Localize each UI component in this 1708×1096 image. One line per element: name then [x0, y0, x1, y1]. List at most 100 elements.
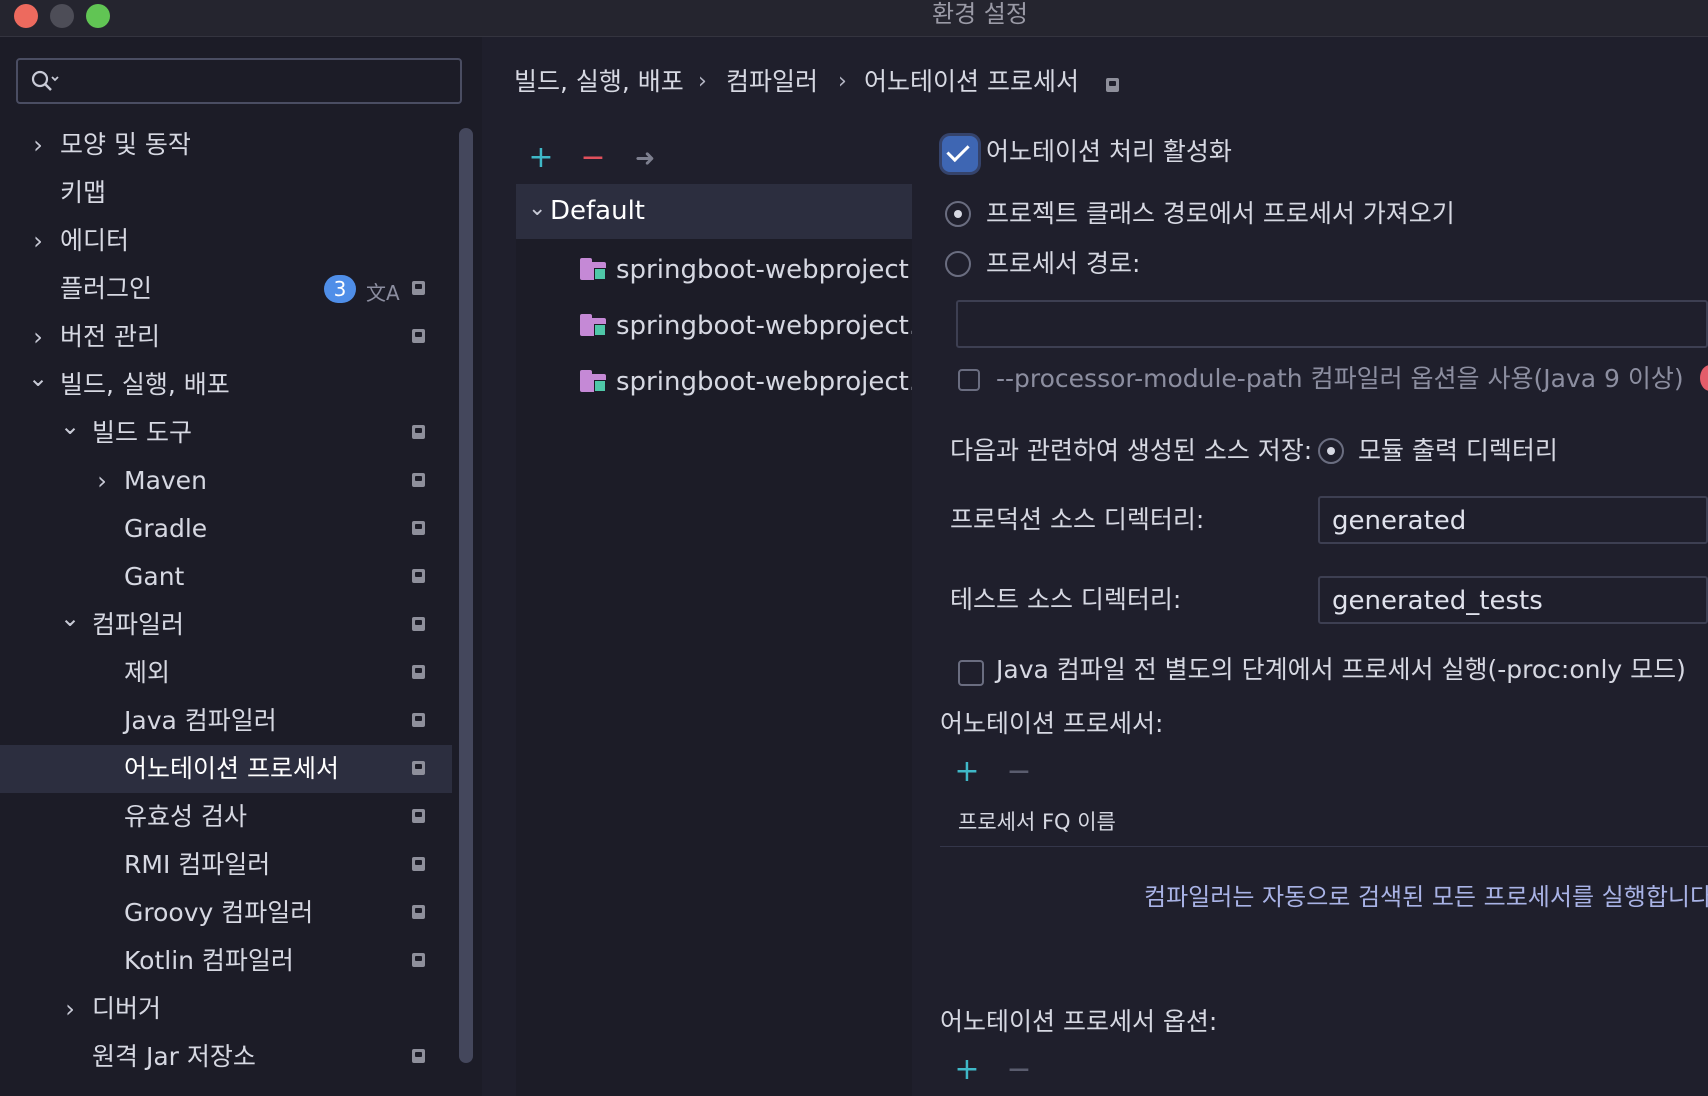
- move-module-button[interactable]: ➜: [630, 143, 660, 173]
- sidebar-item[interactable]: Groovy 컴파일러: [0, 889, 452, 937]
- project-scope-icon: [412, 713, 425, 727]
- sidebar-item[interactable]: 제외: [0, 649, 452, 697]
- module-row[interactable]: springboot-webproject.test: [580, 362, 912, 406]
- sidebar-item[interactable]: 어노테이션 프로세서: [0, 745, 452, 793]
- remove-processor-button[interactable]: −: [1004, 757, 1034, 787]
- sidebar-item-label: 버전 관리: [60, 322, 160, 351]
- sidebar-item[interactable]: ⌄ 빌드 도구: [0, 409, 452, 457]
- production-dir-label: 프로덕션 소스 디렉터리:: [950, 505, 1205, 534]
- sidebar-item-label: RMI 컴파일러: [124, 850, 271, 879]
- breadcrumb-annotation: 어노테이션 프로세서: [864, 67, 1079, 96]
- proc-only-checkbox[interactable]: [958, 660, 984, 686]
- sidebar-item-label: Maven: [124, 466, 207, 495]
- add-profile-button[interactable]: +: [526, 143, 556, 173]
- project-scope-icon: [412, 521, 425, 535]
- sidebar-item-label: 에디터: [60, 226, 130, 255]
- project-scope-icon: [412, 473, 425, 487]
- breadcrumb-build[interactable]: 빌드, 실행, 배포: [514, 64, 684, 100]
- module-folder-icon: [580, 314, 606, 336]
- test-dir-value: generated_tests: [1332, 586, 1543, 616]
- sidebar-item[interactable]: › 에디터: [0, 217, 452, 265]
- sidebar-scrollbar[interactable]: [459, 128, 473, 1063]
- title-bar: 환경 설정: [0, 0, 1708, 37]
- enable-annotation-processing-checkbox[interactable]: [942, 136, 978, 172]
- chevron-down-icon[interactable]: ⌄: [26, 363, 50, 393]
- project-scope-icon: [412, 809, 425, 823]
- sidebar-item-label: 디버거: [92, 994, 162, 1023]
- test-dir-input[interactable]: generated_tests: [1318, 576, 1708, 624]
- profile-default-row[interactable]: ⌄ Default: [516, 184, 912, 239]
- sidebar-item-label: Gant: [124, 562, 185, 591]
- processor-path-input[interactable]: [956, 300, 1708, 348]
- chevron-right-icon[interactable]: ›: [26, 322, 50, 352]
- sidebar-item-label: Groovy 컴파일러: [124, 898, 314, 927]
- obtain-from-classpath-label: 프로젝트 클래스 경로에서 프로세서 가져오기: [986, 199, 1455, 228]
- chevron-right-icon[interactable]: ›: [26, 130, 50, 160]
- translate-icon: 文A: [366, 281, 400, 305]
- sidebar-item[interactable]: 플러그인 3 文A: [0, 265, 452, 313]
- remove-profile-button[interactable]: −: [578, 143, 608, 173]
- sidebar-item[interactable]: › 버전 관리: [0, 313, 452, 361]
- sidebar-item-label: 원격 Jar 저장소: [92, 1042, 256, 1071]
- sidebar-item[interactable]: ⌄ 빌드, 실행, 배포: [0, 361, 452, 409]
- sidebar-item-label: Java 컴파일러: [124, 706, 277, 735]
- project-scope-icon: [412, 953, 425, 967]
- sidebar-item[interactable]: › 디버거: [0, 985, 452, 1033]
- test-dir-label: 테스트 소스 디렉터리:: [950, 585, 1182, 614]
- chevron-down-icon[interactable]: ⌄: [58, 603, 82, 633]
- project-scope-icon: [412, 329, 425, 343]
- sidebar-item[interactable]: 유효성 검사: [0, 793, 452, 841]
- store-generated-label: 다음과 관련하여 생성된 소스 저장:: [950, 436, 1313, 465]
- sidebar-item[interactable]: ⌄ 컴파일러: [0, 601, 452, 649]
- project-scope-icon: [1106, 78, 1119, 92]
- chevron-down-icon[interactable]: ⌄: [58, 411, 82, 441]
- production-dir-input[interactable]: generated: [1318, 496, 1708, 544]
- sidebar-item[interactable]: Java 컴파일러: [0, 697, 452, 745]
- remove-option-button[interactable]: −: [1004, 1055, 1034, 1085]
- chevron-right-icon[interactable]: ›: [26, 226, 50, 256]
- sidebar-item[interactable]: › 모양 및 동작: [0, 121, 452, 169]
- obtain-from-classpath-radio[interactable]: [945, 201, 971, 227]
- processor-path-label: 프로세서 경로:: [986, 249, 1141, 278]
- add-option-button[interactable]: +: [952, 1055, 982, 1085]
- processors-empty-area: 컴파일러는 자동으로 검색된 모든 프로세서를 실행합니다: [1144, 880, 1708, 920]
- module-folder-icon: [580, 370, 606, 392]
- search-icon: [31, 70, 59, 91]
- production-dir-value: generated: [1332, 506, 1467, 536]
- sidebar-item[interactable]: › Maven: [0, 457, 452, 505]
- processor-options-section-title: 어노테이션 프로세서 옵션:: [940, 1007, 1218, 1036]
- add-processor-button[interactable]: +: [952, 757, 982, 787]
- chevron-right-icon[interactable]: ›: [58, 994, 82, 1024]
- module-label: springboot-webproject.test: [616, 367, 912, 397]
- breadcrumb-compiler[interactable]: 컴파일러: [726, 64, 818, 100]
- project-scope-icon: [412, 617, 425, 631]
- sidebar-item[interactable]: Gradle: [0, 505, 452, 553]
- enable-annotation-processing-label: 어노테이션 처리 활성화: [986, 137, 1232, 166]
- sidebar-item-label: 모양 및 동작: [60, 130, 191, 159]
- module-output-radio[interactable]: [1318, 438, 1344, 464]
- sidebar-item-label: 키맵: [60, 178, 107, 207]
- chevron-right-icon[interactable]: ›: [90, 466, 114, 496]
- sidebar-item[interactable]: 원격 Jar 저장소: [0, 1033, 452, 1081]
- sidebar-item-label: 유효성 검사: [124, 802, 247, 831]
- module-label: springboot-webproject: [616, 255, 909, 285]
- processor-path-radio[interactable]: [945, 251, 971, 277]
- module-output-label: 모듈 출력 디렉터리: [1358, 436, 1558, 465]
- module-label: springboot-webproject.main: [616, 311, 912, 341]
- plugin-update-badge: 3: [324, 275, 356, 303]
- project-scope-icon: [412, 281, 425, 295]
- sidebar-item[interactable]: 키맵: [0, 169, 452, 217]
- sidebar-item[interactable]: RMI 컴파일러: [0, 841, 452, 889]
- module-row[interactable]: springboot-webproject.main: [580, 306, 912, 350]
- processors-section-title: 어노테이션 프로세서:: [940, 709, 1164, 738]
- sidebar-item-label: 빌드 도구: [92, 418, 192, 447]
- project-scope-icon: [412, 905, 425, 919]
- project-scope-icon: [412, 1049, 425, 1063]
- sidebar-item[interactable]: Gant: [0, 553, 452, 601]
- sidebar-item[interactable]: Kotlin 컴파일러: [0, 937, 452, 985]
- processors-empty-message: 컴파일러는 자동으로 검색된 모든 프로세서를 실행합니다: [1144, 883, 1708, 911]
- settings-search-input[interactable]: [16, 58, 462, 104]
- project-scope-icon: [412, 665, 425, 679]
- module-path-checkbox[interactable]: [958, 369, 980, 391]
- module-row[interactable]: springboot-webproject: [580, 250, 912, 294]
